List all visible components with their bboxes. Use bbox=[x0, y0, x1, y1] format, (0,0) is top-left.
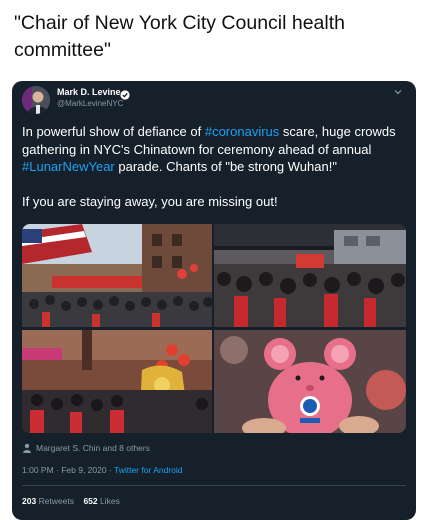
photo-crowd-scaffolding[interactable] bbox=[214, 224, 406, 327]
photo-street-flags[interactable] bbox=[22, 224, 212, 327]
tweet-paragraph: If you are staying away, you are missing… bbox=[22, 193, 278, 209]
person-icon bbox=[22, 443, 32, 453]
retweets-count[interactable]: 203 bbox=[22, 496, 36, 506]
photo-grid bbox=[22, 224, 406, 433]
photo-lion-dance[interactable] bbox=[22, 330, 212, 433]
tweet-header: Mark D. Levine @MarkLevineNYC bbox=[12, 81, 416, 117]
author-name[interactable]: Mark D. Levine bbox=[57, 87, 121, 97]
retweets-label[interactable]: Retweets bbox=[39, 496, 74, 506]
photo-plush-toy[interactable] bbox=[214, 330, 406, 433]
tweet-timestamp[interactable]: 1:00 PM · Feb 9, 2020 · bbox=[22, 465, 114, 475]
chevron-down-icon[interactable] bbox=[392, 85, 404, 97]
post-caption: "Chair of New York City Council health c… bbox=[14, 12, 345, 61]
hashtag-link[interactable]: #coronavirus bbox=[205, 124, 279, 139]
hashtag-link[interactable]: #LunarNewYear bbox=[22, 159, 115, 174]
likes-label[interactable]: Likes bbox=[100, 496, 120, 506]
divider bbox=[22, 485, 406, 486]
tweet-text-part: In powerful show of defiance of bbox=[22, 124, 205, 139]
tweet-paragraph: In powerful show of defiance of #coronav… bbox=[22, 123, 412, 176]
tweet-text-part: parade. Chants of "be strong Wuhan!" bbox=[114, 159, 337, 174]
tweet-meta: 1:00 PM · Feb 9, 2020 · Twitter for Andr… bbox=[22, 465, 183, 475]
likes-count[interactable]: 652 bbox=[83, 496, 97, 506]
tweet-card[interactable]: Mark D. Levine @MarkLevineNYC In powerfu… bbox=[12, 81, 416, 520]
author-handle[interactable]: @MarkLevineNYC bbox=[57, 99, 123, 108]
verified-badge-icon bbox=[120, 87, 130, 100]
author-avatar[interactable] bbox=[22, 86, 50, 114]
tweet-stats: 203 Retweets 652 Likes bbox=[22, 496, 120, 506]
tweet-text: In powerful show of defiance of #coronav… bbox=[22, 123, 412, 210]
retweeted-by-label: Margaret S. Chin and 8 others bbox=[36, 443, 150, 453]
tweet-client[interactable]: Twitter for Android bbox=[114, 465, 183, 475]
